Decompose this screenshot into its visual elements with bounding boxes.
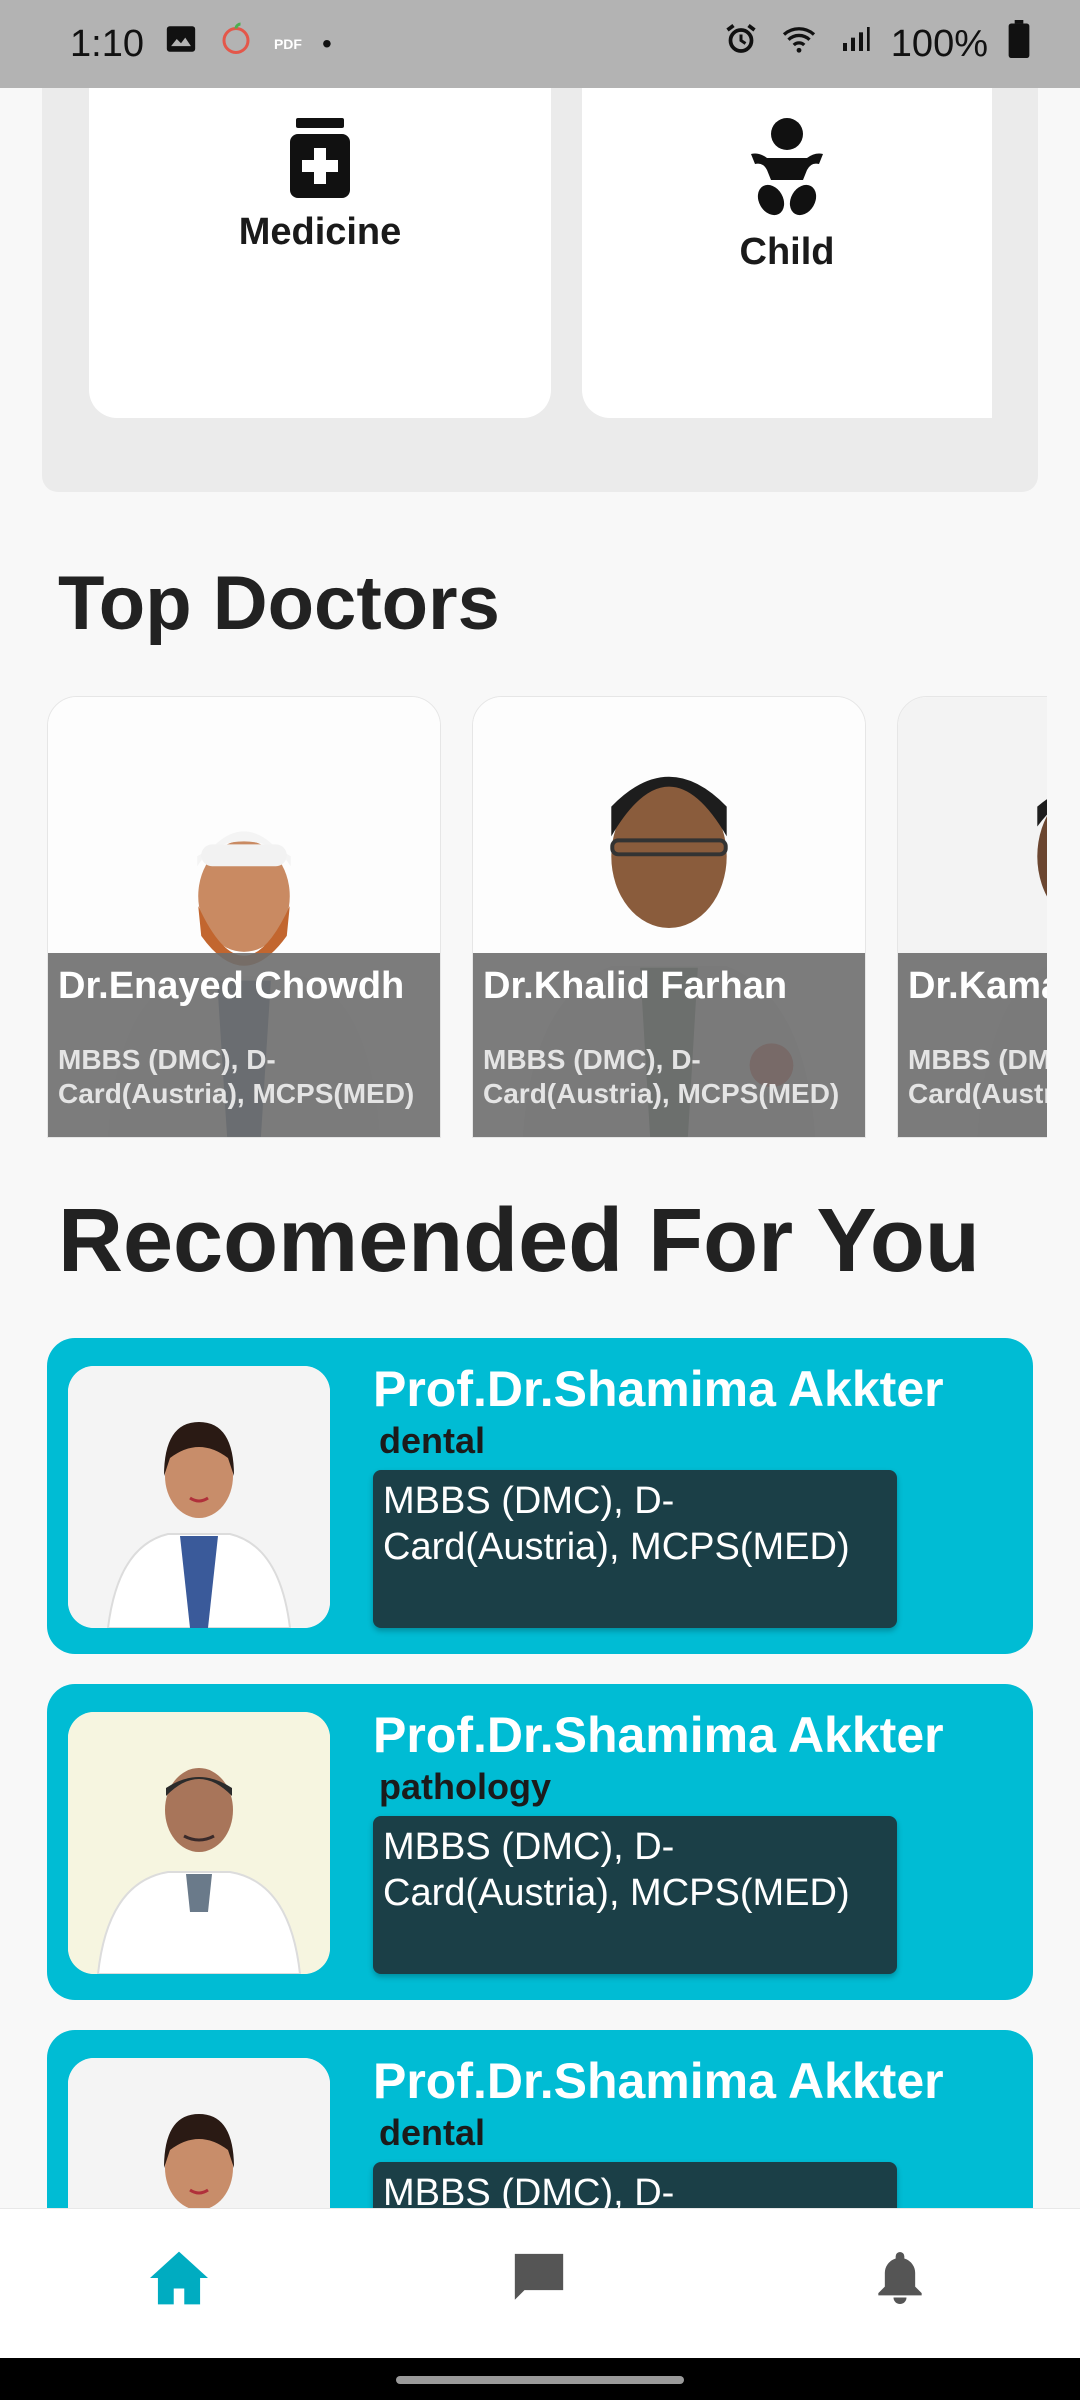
category-card-medicine[interactable]: Medicine xyxy=(89,88,551,418)
nav-chat[interactable] xyxy=(494,2235,584,2325)
nav-notifications[interactable] xyxy=(855,2235,945,2325)
doctor-info-overlay: Dr.Khalid Farhan MBBS (DMC), D-Card(Aust… xyxy=(473,953,865,1137)
medicine-icon xyxy=(290,118,350,203)
doctor-card[interactable]: Dr.Khalid Farhan MBBS (DMC), D-Card(Aust… xyxy=(472,696,866,1138)
doctor-photo xyxy=(68,1712,330,1974)
doctor-info-overlay: Dr.Kamal MBBS (DMC), D-Card(Austria), MC… xyxy=(898,953,1047,1137)
battery-icon xyxy=(1008,20,1030,68)
doctor-name: Dr.Enayed Chowdh xyxy=(58,965,405,1007)
nav-home[interactable] xyxy=(134,2235,224,2325)
doctor-degree: MBBS (DMC), D-Card(Austria), MCPS(MED) xyxy=(373,1816,897,1974)
chat-icon xyxy=(510,2249,568,2312)
doctor-degree: MBBS (DMC), D-Card(Austria), MCPS(MED) xyxy=(373,1470,897,1628)
doctor-card[interactable]: Dr.Enayed Chowdh MBBS (DMC), D-Card(Aust… xyxy=(47,696,441,1138)
doctor-specialty: pathology xyxy=(379,1766,551,1807)
doctor-specialty: dental xyxy=(379,1420,486,1461)
battery-percent: 100% xyxy=(890,22,988,65)
status-right: 100% xyxy=(723,20,1030,68)
recommended-card[interactable]: Prof.Dr.Shamima Akkter dental MBBS (DMC)… xyxy=(47,1338,1033,1654)
category-card-child[interactable]: Child xyxy=(582,88,992,418)
doctor-name: Prof.Dr.Shamima Akkter xyxy=(373,2053,944,2109)
recommended-card[interactable]: Prof.Dr.Shamima Akkter dental MBBS (DMC)… xyxy=(47,2030,1033,2208)
top-doctors-title: Top Doctors xyxy=(58,561,500,646)
category-label-medicine: Medicine xyxy=(238,211,402,253)
pdf-icon: PDF xyxy=(273,36,302,52)
fruit-app-icon xyxy=(218,21,254,67)
top-doctors-carousel[interactable]: Dr.Enayed Chowdh MBBS (DMC), D-Card(Aust… xyxy=(47,696,1047,1138)
gesture-handle[interactable] xyxy=(396,2376,684,2384)
recommended-title: Recomended For You xyxy=(58,1191,980,1291)
status-left: 1:10 PDF • xyxy=(70,21,332,67)
doctor-name: Dr.Kamal xyxy=(908,965,1047,1007)
doctor-specialty: dental xyxy=(379,2112,486,2153)
home-icon xyxy=(147,2249,211,2312)
status-bar: 1:10 PDF • 100% xyxy=(0,0,1080,88)
doctor-name: Dr.Khalid Farhan xyxy=(483,965,788,1007)
gallery-icon xyxy=(164,22,198,66)
doctor-degree: MBBS (DMC), D-Card(Austria), MCPS(MED) xyxy=(908,1044,1047,1109)
doctor-degree: MBBS (DMC), D-Card(Austria), MCPS(MED) xyxy=(58,1044,415,1109)
alarm-icon xyxy=(723,21,759,67)
status-time: 1:10 xyxy=(70,22,144,65)
signal-icon xyxy=(839,21,871,67)
child-icon xyxy=(747,118,827,223)
doctor-photo xyxy=(68,2058,330,2208)
doctor-photo xyxy=(68,1366,330,1628)
recommended-card[interactable]: Prof.Dr.Shamima Akkter pathology MBBS (D… xyxy=(47,1684,1033,2000)
category-panel: Medicine Child xyxy=(42,88,1038,492)
bell-icon xyxy=(874,2249,926,2312)
category-label-child: Child xyxy=(739,231,835,273)
wifi-icon xyxy=(779,21,819,67)
doctor-degree: MBBS (DMC), D-Card(Austria), MCPS(MED) xyxy=(373,2162,897,2208)
doctor-name: Prof.Dr.Shamima Akkter xyxy=(373,1361,944,1417)
bottom-nav xyxy=(0,2208,1080,2358)
recommended-list[interactable]: Prof.Dr.Shamima Akkter dental MBBS (DMC)… xyxy=(47,1338,1033,2208)
doctor-name: Prof.Dr.Shamima Akkter xyxy=(373,1707,944,1763)
doctor-info-overlay: Dr.Enayed Chowdh MBBS (DMC), D-Card(Aust… xyxy=(48,953,440,1137)
notification-dot: • xyxy=(321,28,332,59)
system-gesture-bar xyxy=(0,2358,1080,2400)
doctor-degree: MBBS (DMC), D-Card(Austria), MCPS(MED) xyxy=(483,1044,840,1109)
doctor-card[interactable]: Dr.Kamal MBBS (DMC), D-Card(Austria), MC… xyxy=(897,696,1047,1138)
